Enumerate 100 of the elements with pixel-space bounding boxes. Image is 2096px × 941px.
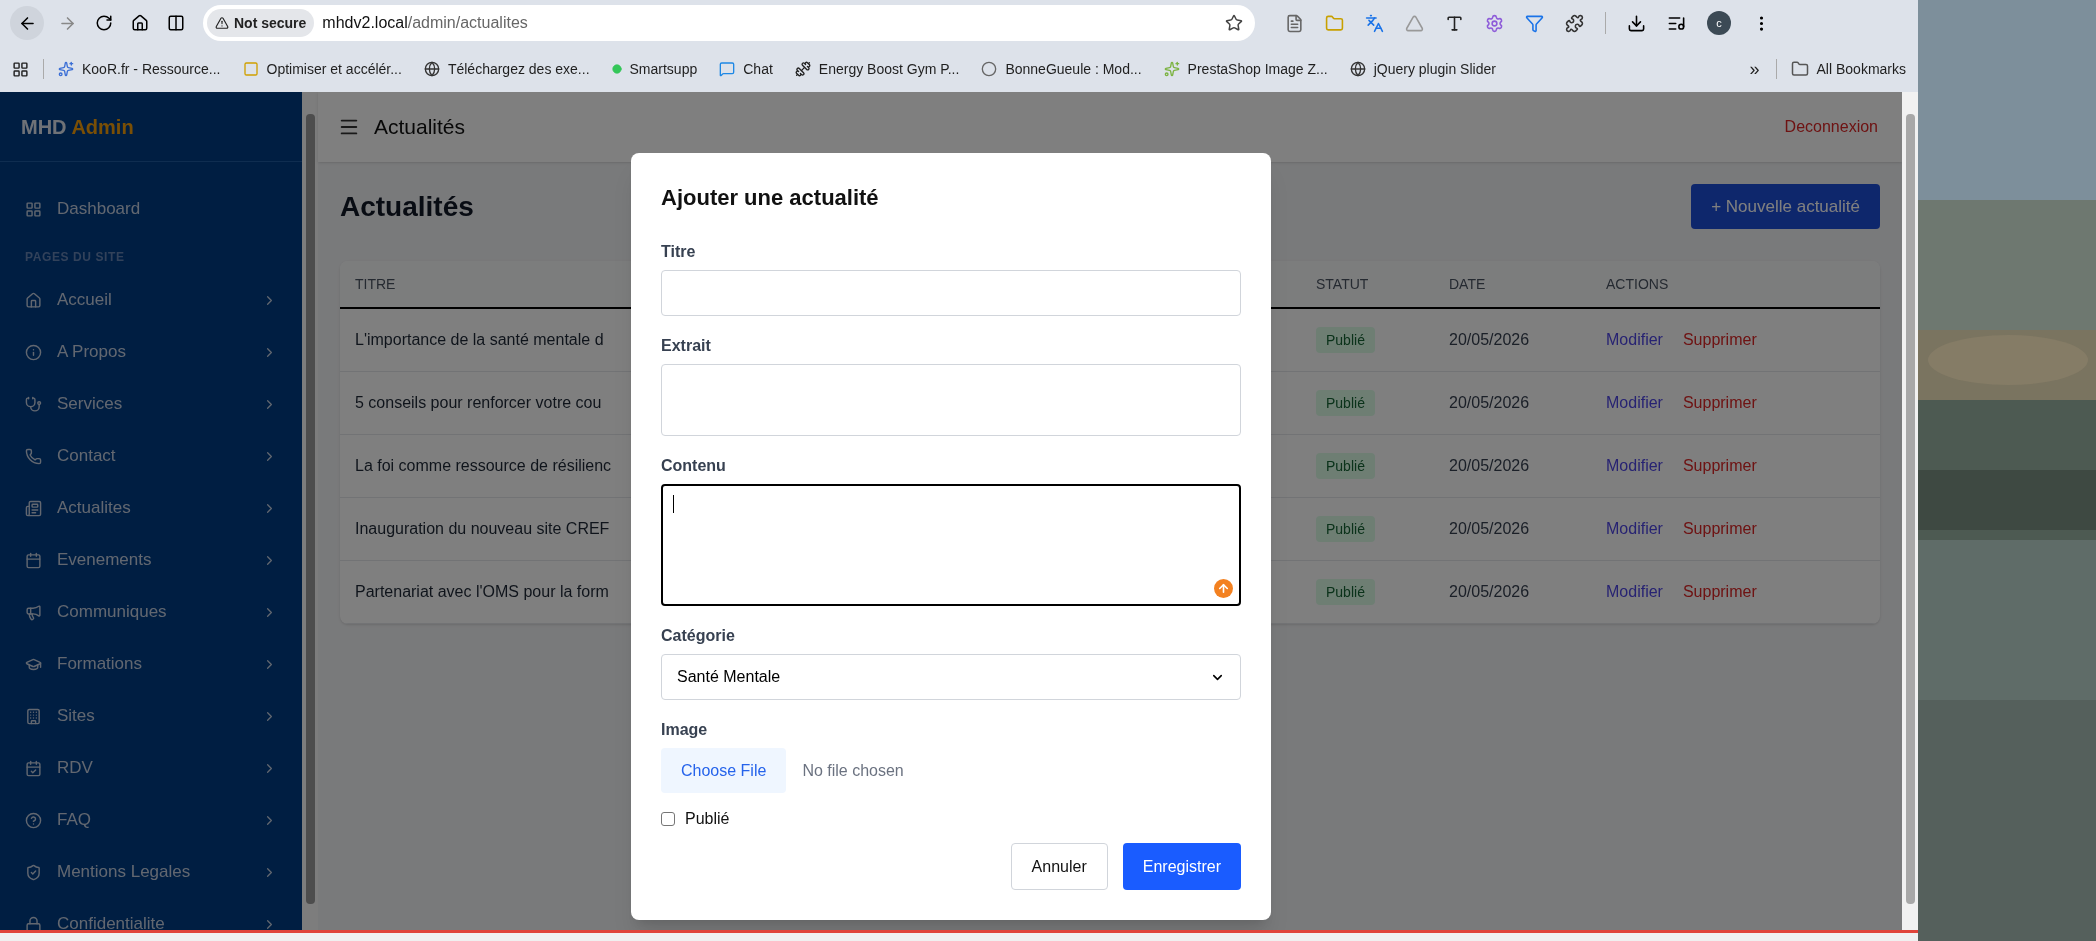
more-bookmarks-button[interactable]: » — [1749, 55, 1760, 83]
save-button[interactable]: Enregistrer — [1122, 843, 1241, 890]
field-label: Catégorie — [661, 626, 736, 646]
table-cell: Partenariat avec l'OMS pour la form — [355, 583, 609, 600]
bookmark-item[interactable]: Chat — [719, 58, 773, 80]
split-view-icon[interactable] — [167, 14, 185, 32]
all-bookmarks-button[interactable]: All Bookmarks — [1790, 58, 1906, 80]
delete-link[interactable]: Supprimer — [1682, 454, 1757, 478]
column-header: TITRE — [355, 275, 396, 292]
sidebar-item[interactable]: Evenements — [0, 534, 302, 586]
url-text: mhdv2.local/admin/actualites — [322, 13, 528, 33]
translate-icon[interactable] — [1365, 13, 1384, 33]
column-header: DATE — [1449, 275, 1486, 292]
sidebar-item[interactable]: Communiques — [0, 586, 302, 638]
sparkle-icon — [58, 61, 74, 77]
table-cell: 20/05/2026 — [1449, 457, 1530, 474]
stethoscope-icon — [25, 395, 42, 413]
field-label: Image — [661, 720, 709, 740]
globe-icon — [423, 61, 440, 77]
table-cell: La foi comme ressource de résilienc — [355, 457, 612, 474]
delete-link[interactable]: Supprimer — [1682, 580, 1757, 604]
chat-icon — [719, 61, 736, 77]
security-chip[interactable]: Not secure — [207, 9, 315, 37]
bookmark-star-icon[interactable] — [1225, 14, 1243, 32]
file-status: No file chosen — [802, 760, 904, 781]
sidebar-item[interactable]: A Propos — [0, 326, 302, 378]
bookmark-item[interactable]: jQuery plugin Slider — [1349, 58, 1496, 80]
category-select[interactable]: Santé Mentale — [661, 654, 1241, 700]
filter-icon[interactable] — [1525, 13, 1544, 33]
edit-link[interactable]: Modifier — [1606, 391, 1663, 415]
gear-icon[interactable] — [1485, 13, 1504, 33]
field-label: Titre — [661, 242, 697, 262]
delete-link[interactable]: Supprimer — [1682, 328, 1757, 352]
text-field[interactable] — [661, 270, 1241, 316]
status-badge: Publié — [1316, 579, 1375, 605]
sidebar-item[interactable]: Sites — [0, 690, 302, 742]
apps-icon[interactable] — [12, 60, 29, 78]
bookmark-item[interactable]: Optimiser et accélér... — [242, 58, 402, 80]
calendar-icon — [25, 759, 42, 777]
profile-avatar[interactable]: c — [1707, 11, 1731, 35]
home-icon — [25, 291, 42, 309]
download-icon[interactable] — [1627, 13, 1646, 33]
back-icon[interactable] — [10, 6, 44, 40]
megaphone-icon — [25, 603, 42, 621]
sidebar-item[interactable]: RDV — [0, 742, 302, 794]
lock-icon — [25, 915, 42, 930]
edit-link[interactable]: Modifier — [1606, 580, 1663, 604]
sidebar-item[interactable]: Contact — [0, 430, 302, 482]
bookmark-item[interactable]: Smartsupp — [611, 58, 698, 80]
table-cell: 20/05/2026 — [1449, 331, 1530, 348]
folder-icon — [1790, 60, 1809, 78]
bookmark-item[interactable]: KooR.fr - Ressource... — [58, 58, 221, 80]
brand-logo: MHD Admin — [21, 114, 134, 140]
sidebar-item[interactable]: Services — [0, 378, 302, 430]
circle-icon — [981, 61, 998, 77]
calendar-icon — [25, 551, 42, 569]
square-icon — [242, 61, 259, 77]
sparkle-icon — [1163, 61, 1180, 77]
table-cell: L'importance de la santé mentale d — [355, 331, 604, 348]
home-icon[interactable] — [131, 14, 149, 32]
published-checkbox[interactable] — [661, 812, 675, 826]
table-cell: 20/05/2026 — [1449, 520, 1530, 537]
bookmark-item[interactable]: BonneGueule : Mod... — [981, 58, 1142, 80]
field-label: Contenu — [661, 456, 727, 476]
table-cell: 5 conseils pour renforcer votre cou — [355, 394, 602, 411]
column-header: ACTIONS — [1606, 275, 1669, 292]
table-cell: 20/05/2026 — [1449, 394, 1530, 411]
upload-icon[interactable] — [1214, 579, 1233, 598]
grid-icon — [25, 200, 42, 218]
page-title: Actualités — [340, 189, 474, 224]
delete-link[interactable]: Supprimer — [1682, 391, 1757, 415]
globe-icon — [1349, 61, 1366, 77]
reload-icon[interactable] — [95, 14, 113, 32]
bookmark-item[interactable]: Energy Boost Gym P... — [794, 58, 960, 80]
text-area[interactable] — [661, 484, 1241, 606]
new-article-button[interactable]: + Nouvelle actualité — [1691, 184, 1880, 229]
sidebar-item[interactable]: FAQ — [0, 794, 302, 846]
shield-icon — [25, 863, 42, 881]
phone-icon — [25, 447, 42, 465]
status-badge: Publié — [1316, 453, 1375, 479]
bookmark-item[interactable]: Téléchargez des exe... — [423, 58, 590, 80]
bookmark-item[interactable]: PrestaShop Image Z... — [1163, 58, 1328, 80]
delete-link[interactable]: Supprimer — [1682, 517, 1757, 541]
document-icon[interactable] — [1285, 13, 1304, 33]
cancel-button[interactable]: Annuler — [1010, 843, 1108, 890]
sidebar-item[interactable]: Dashboard — [0, 180, 302, 238]
logout-link[interactable]: Deconnexion — [1784, 115, 1878, 139]
edit-link[interactable]: Modifier — [1606, 517, 1663, 541]
sidebar-item[interactable]: Mentions Legales — [0, 846, 302, 898]
sidebar-item[interactable]: Formations — [0, 638, 302, 690]
choose-file-button[interactable]: Choose File — [661, 748, 787, 793]
edit-link[interactable]: Modifier — [1606, 454, 1663, 478]
edit-link[interactable]: Modifier — [1606, 328, 1663, 352]
help-icon — [25, 811, 42, 829]
puzzle-icon[interactable] — [1565, 13, 1584, 33]
address-bar[interactable]: Not secure mhdv2.local/admin/actualites — [203, 5, 1255, 41]
text-icon[interactable] — [1445, 13, 1464, 33]
sidebar-item[interactable]: Accueil — [0, 274, 302, 326]
sidebar-item[interactable]: Confidentialite — [0, 898, 302, 930]
sidebar-item[interactable]: Actualites — [0, 482, 302, 534]
